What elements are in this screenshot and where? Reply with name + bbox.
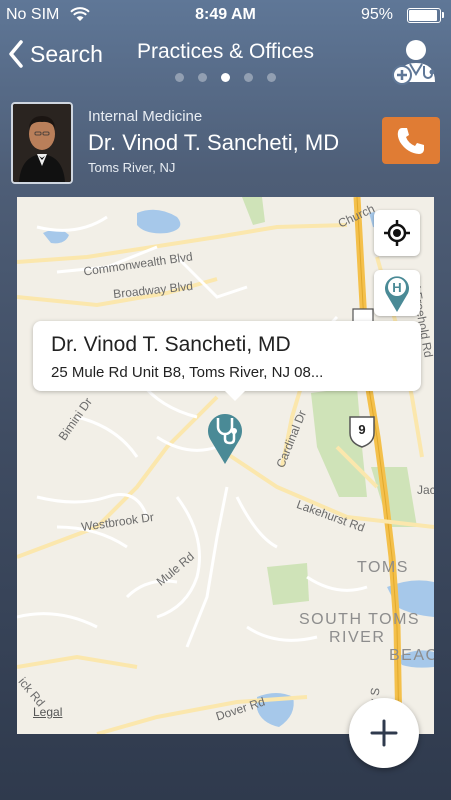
map-view[interactable]: Commonwealth Blvd Broadway Blvd Bimini D…: [17, 197, 434, 734]
hospital-filter-button[interactable]: H: [374, 270, 420, 316]
locate-button[interactable]: [374, 210, 420, 256]
stethoscope-pin-icon: [208, 414, 242, 464]
doctor-profile-button[interactable]: [391, 36, 441, 86]
doctor-location: Toms River, NJ: [88, 160, 176, 175]
doctor-name: Dr. Vinod T. Sancheti, MD: [88, 130, 340, 155]
callout-doctor-name: Dr. Vinod T. Sancheti, MD: [51, 333, 291, 356]
place-label: SOUTH TOMS: [299, 611, 421, 628]
legal-link[interactable]: Legal: [33, 705, 62, 719]
plus-icon: [370, 719, 398, 747]
location-callout[interactable]: Dr. Vinod T. Sancheti, MD 25 Mule Rd Uni…: [33, 321, 421, 401]
hospital-pin-icon: H: [385, 276, 409, 312]
doctor-specialty: Internal Medicine: [88, 108, 203, 125]
page-dot[interactable]: [198, 73, 207, 82]
street-label: Jac: [417, 483, 434, 497]
doctor-profile-icon: [392, 40, 435, 85]
page-dot[interactable]: [244, 73, 253, 82]
page-dot-active[interactable]: [221, 73, 230, 82]
office-map-pin[interactable]: [205, 409, 245, 470]
page-indicator[interactable]: [0, 73, 451, 82]
page-title: Practices & Offices: [136, 40, 314, 63]
doctor-header: Internal Medicine Dr. Vinod T. Sancheti,…: [0, 100, 451, 188]
page-dot[interactable]: [267, 73, 276, 82]
battery-percent: 95%: [360, 6, 393, 23]
battery-icon: [407, 8, 444, 23]
status-bar: No SIM 8:49 AM 95%: [0, 0, 451, 30]
callout-address: 25 Mule Rd Unit B8, Toms River, NJ 08...: [51, 364, 324, 381]
avatar[interactable]: [11, 102, 73, 184]
crosshair-icon: [384, 220, 410, 246]
nav-bar: Search Practices & Offices: [0, 30, 451, 92]
doctor-photo: [13, 104, 71, 182]
place-label: TOMS: [357, 559, 409, 576]
place-label: RIVER: [329, 629, 386, 646]
page-dot[interactable]: [175, 73, 184, 82]
route-shield-label: 9: [358, 422, 366, 437]
svg-text:H: H: [392, 280, 401, 295]
phone-icon: [397, 127, 424, 154]
call-button[interactable]: [382, 117, 440, 164]
place-label: BEAC: [389, 647, 434, 664]
add-button[interactable]: [349, 698, 419, 768]
